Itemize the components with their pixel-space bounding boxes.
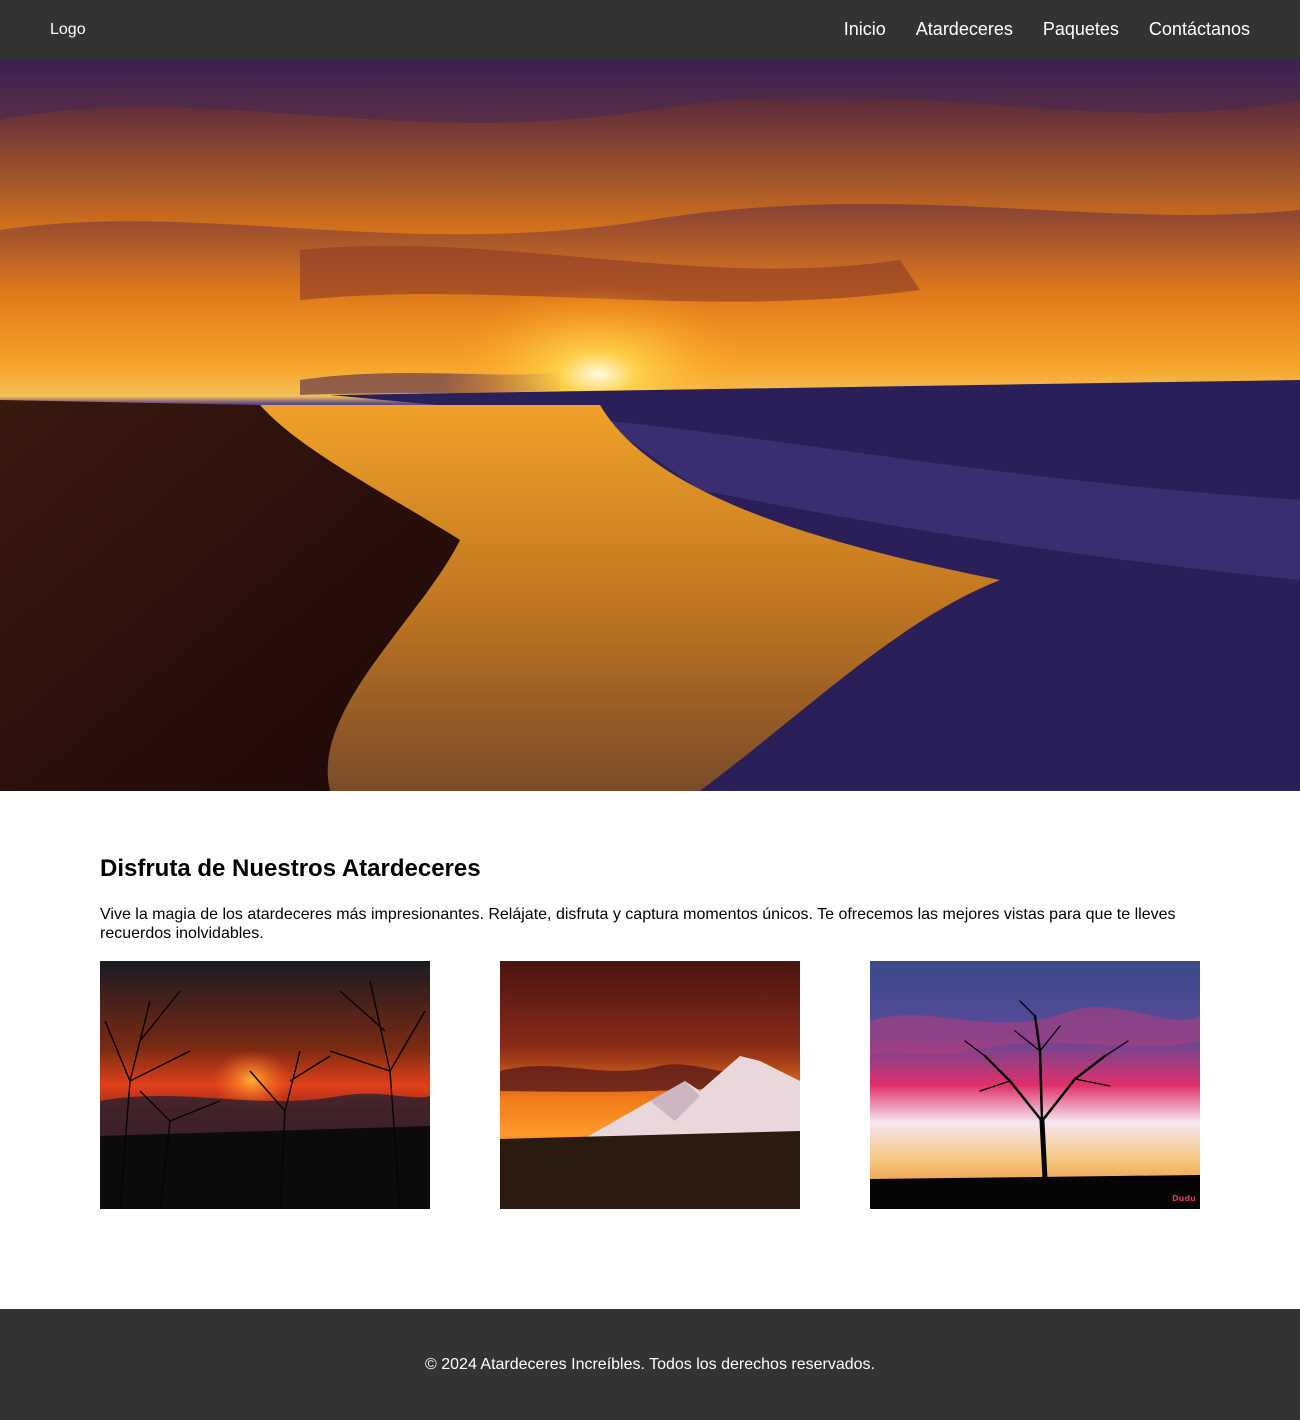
logo-link[interactable]: Logo xyxy=(50,21,86,39)
nav-link-contactanos[interactable]: Contáctanos xyxy=(1149,19,1250,40)
section-heading: Disfruta de Nuestros Atardeceres xyxy=(100,855,481,882)
sunset-mountains-image xyxy=(500,961,800,1209)
site-footer: © 2024 Atardeceres Increíbles. Todos los… xyxy=(0,1309,1300,1420)
nav-link-inicio[interactable]: Inicio xyxy=(844,19,886,40)
sunset-lone-tree-image: Dudu xyxy=(870,961,1200,1209)
gallery-image-2 xyxy=(500,961,800,1209)
watermark-text: Dudu xyxy=(1172,1194,1196,1203)
sunset-beach-image xyxy=(0,60,1300,791)
main-content: Disfruta de Nuestros Atardeceres Vive la… xyxy=(100,855,1200,943)
copyright-text: © 2024 Atardeceres Increíbles. Todos los… xyxy=(425,1356,875,1373)
section-description: Vive la magia de los atardeceres más imp… xyxy=(100,906,1176,942)
nav-link-paquetes[interactable]: Paquetes xyxy=(1043,19,1119,40)
sunset-trees-silhouette-image xyxy=(100,961,430,1209)
site-header: Logo Inicio Atardeceres Paquetes Contáct… xyxy=(0,0,1300,60)
gallery-image-3: Dudu xyxy=(870,961,1200,1209)
nav-link-atardeceres[interactable]: Atardeceres xyxy=(916,19,1013,40)
gallery-image-1 xyxy=(100,961,430,1209)
hero-banner xyxy=(0,60,1300,791)
main-nav: Inicio Atardeceres Paquetes Contáctanos xyxy=(844,19,1250,40)
